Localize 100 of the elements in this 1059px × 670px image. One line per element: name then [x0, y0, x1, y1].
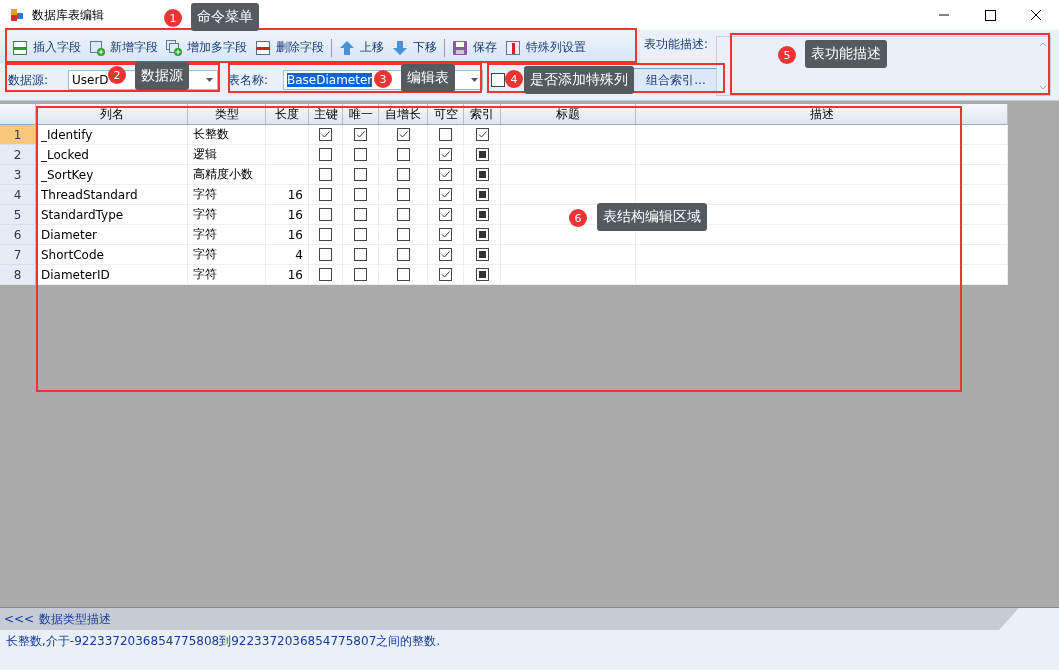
checkbox[interactable] [396, 228, 410, 241]
checkbox[interactable] [396, 128, 410, 141]
checkbox[interactable] [475, 148, 489, 161]
checkbox[interactable] [354, 268, 367, 281]
callout-tooltip: 数据源 [135, 62, 189, 90]
checkbox[interactable] [319, 168, 332, 181]
checkbox[interactable] [439, 188, 452, 201]
row-header[interactable]: 5 [0, 205, 36, 225]
table-cell: _Locked [36, 145, 188, 165]
column-header[interactable]: 列名 [36, 104, 188, 124]
app-icon [10, 8, 24, 22]
checkbox[interactable] [475, 268, 489, 281]
column-header[interactable]: 索引 [464, 104, 501, 124]
table-cell: 高精度小数 [188, 165, 266, 185]
callout-tooltip: 是否添加特殊列 [524, 66, 634, 94]
row-header[interactable]: 4 [0, 185, 36, 205]
grid-plus-icon [89, 39, 105, 56]
checkbox[interactable] [319, 248, 332, 261]
table-cell: 16 [266, 225, 309, 245]
checkbox[interactable] [396, 208, 410, 221]
column-header[interactable]: 类型 [188, 104, 266, 124]
save-icon [452, 39, 468, 56]
toolbar-button[interactable]: 新增字段 [85, 37, 162, 58]
checkbox[interactable] [319, 208, 332, 221]
collapse-button[interactable]: <<< [4, 612, 35, 626]
column-header[interactable]: 主键 [309, 104, 343, 124]
column-header[interactable]: 可空 [428, 104, 464, 124]
toolbar-button[interactable]: 增加多字段 [162, 37, 251, 58]
checkbox[interactable] [475, 188, 489, 201]
toolbar-button[interactable]: 保存 [448, 37, 501, 58]
grids-plus-icon [166, 39, 182, 56]
checkbox[interactable] [439, 128, 452, 141]
row-header[interactable]: 1 [0, 125, 36, 145]
checkbox[interactable] [354, 228, 367, 241]
column-header[interactable]: 唯一 [343, 104, 379, 124]
checkbox[interactable] [396, 168, 410, 181]
arrow-up-icon [339, 39, 355, 56]
callout-tooltip: 编辑表 [401, 64, 455, 92]
checkbox[interactable] [319, 228, 332, 241]
combine-index-button[interactable]: 组合索引... [633, 68, 719, 92]
checkbox[interactable] [491, 73, 505, 87]
checkbox[interactable] [319, 128, 332, 141]
callout-tooltip: 命令菜单 [191, 3, 259, 31]
table-cell: 16 [266, 185, 309, 205]
toolbar-button[interactable]: 删除字段 [251, 37, 328, 58]
checkbox[interactable] [396, 148, 410, 161]
checkbox[interactable] [354, 248, 367, 261]
checkbox[interactable] [354, 208, 367, 221]
step-number-tooltip: 1 [164, 9, 182, 27]
table-cell: 逻辑 [188, 145, 266, 165]
table-cell: 16 [266, 265, 309, 285]
callout-tooltip: 表结构编辑区域 [597, 203, 707, 231]
checkbox[interactable] [396, 268, 410, 281]
column-header[interactable]: 自增长 [379, 104, 428, 124]
checkbox[interactable] [319, 148, 332, 161]
checkbox[interactable] [475, 208, 489, 221]
row-header[interactable]: 6 [0, 225, 36, 245]
row-header[interactable]: 2 [0, 145, 36, 165]
caret-icon [206, 78, 213, 82]
window-title: 数据库表编辑 [32, 6, 104, 24]
checkbox[interactable] [439, 248, 452, 261]
column-header[interactable]: 标题 [501, 104, 636, 124]
row-header[interactable]: 7 [0, 245, 36, 265]
toolbar-button[interactable]: 特殊列设置 [501, 37, 590, 58]
checkbox[interactable] [475, 128, 489, 141]
checkbox[interactable] [354, 128, 367, 141]
row-header[interactable]: 3 [0, 165, 36, 185]
table-cell: 字符 [188, 265, 266, 285]
checkbox[interactable] [439, 208, 452, 221]
table-cell: 16 [266, 205, 309, 225]
checkbox[interactable] [475, 228, 489, 241]
checkbox[interactable] [396, 248, 410, 261]
table-cell: 字符 [188, 185, 266, 205]
row-header[interactable]: 8 [0, 265, 36, 285]
checkbox[interactable] [475, 248, 489, 261]
checkbox[interactable] [439, 268, 452, 281]
checkbox[interactable] [475, 168, 489, 181]
column-header[interactable]: 长度 [266, 104, 309, 124]
checkbox[interactable] [354, 168, 367, 181]
row-insert-icon [12, 39, 28, 56]
description-label: 表功能描述: [644, 36, 709, 53]
column-header[interactable]: 描述 [636, 104, 1008, 124]
toolbar-button[interactable]: 插入字段 [8, 37, 85, 58]
table-cell: DiameterID [36, 265, 188, 285]
checkbox[interactable] [354, 188, 367, 201]
checkbox[interactable] [396, 188, 410, 201]
caret-icon [471, 78, 478, 82]
table-cell: 4 [266, 245, 309, 265]
table-cell: 字符 [188, 205, 266, 225]
table-cell: 字符 [188, 225, 266, 245]
checkbox[interactable] [354, 148, 367, 161]
checkbox[interactable] [319, 188, 332, 201]
checkbox[interactable] [439, 228, 452, 241]
table-cell: 字符 [188, 245, 266, 265]
toolbar-button[interactable]: 下移 [388, 37, 441, 58]
toolbar-button[interactable]: 上移 [335, 37, 388, 58]
checkbox[interactable] [439, 148, 452, 161]
callout-tooltip: 表功能描述 [805, 40, 887, 68]
checkbox[interactable] [319, 268, 332, 281]
checkbox[interactable] [439, 168, 452, 181]
